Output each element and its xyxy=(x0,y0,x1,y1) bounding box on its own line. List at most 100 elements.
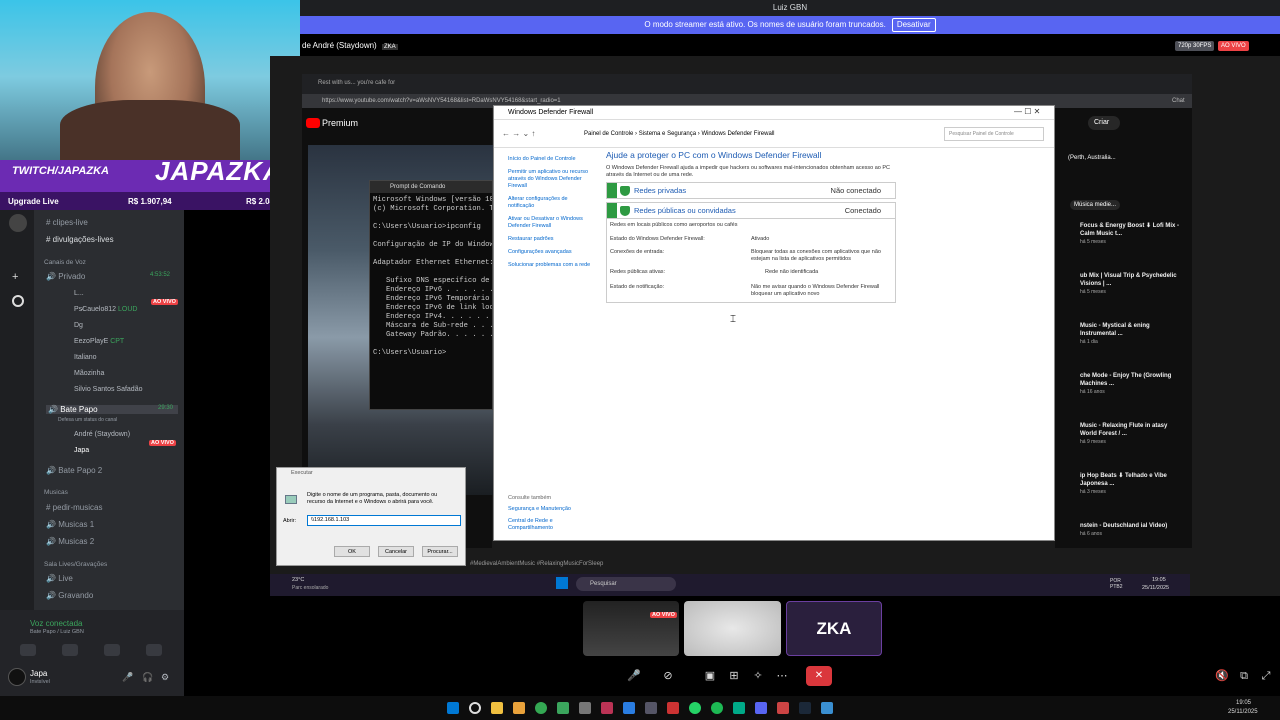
breadcrumb-item[interactable]: Windows Defender Firewall xyxy=(701,131,774,137)
explore-icon[interactable] xyxy=(12,295,24,307)
yt-recommendation[interactable]: Music - Relaxing Flute in atasy World Fo… xyxy=(1080,422,1185,446)
cancel-button[interactable]: Cancelar xyxy=(378,546,414,557)
camera-button[interactable] xyxy=(20,644,36,656)
app-icon[interactable] xyxy=(557,702,569,714)
app-icon[interactable] xyxy=(777,702,789,714)
voice-channel-musicas-1[interactable]: 🔊 Musicas 1 xyxy=(46,520,94,529)
music-category[interactable]: Musicas xyxy=(44,489,68,496)
search-input[interactable]: Pesquisar Painel de Controle xyxy=(944,127,1044,141)
window-controls[interactable]: — ☐ ✕ xyxy=(1014,107,1040,116)
start-icon[interactable] xyxy=(556,577,568,589)
search-icon[interactable] xyxy=(469,702,481,714)
spotify-icon[interactable] xyxy=(711,702,723,714)
app-icon[interactable] xyxy=(645,702,657,714)
windows-start-icon[interactable] xyxy=(447,702,459,714)
voice-user[interactable]: André (Staydown) xyxy=(74,431,130,438)
participant-thumb[interactable] xyxy=(684,601,781,656)
fullscreen-icon[interactable]: ⤢ xyxy=(1258,668,1274,684)
popout-icon[interactable]: ⧉ xyxy=(1236,668,1252,684)
voice-channel-gravando[interactable]: 🔊 Gravando xyxy=(46,591,93,600)
more-icon[interactable]: ⋯ xyxy=(774,668,790,684)
voice-channel-bate-papo-2[interactable]: 🔊 Bate Papo 2 xyxy=(46,466,102,475)
link-allow-app[interactable]: Permitir um aplicativo ou recurso atravé… xyxy=(508,169,592,190)
activities-button[interactable] xyxy=(104,644,120,656)
volume-icon[interactable]: 🔇 xyxy=(1214,668,1230,684)
voice-user[interactable]: EezoPlayE CPT xyxy=(74,338,124,345)
ok-button[interactable]: OK xyxy=(334,546,370,557)
screen-share-button[interactable] xyxy=(62,644,78,656)
discord-icon[interactable] xyxy=(755,702,767,714)
soundboard-button[interactable] xyxy=(146,644,162,656)
link-security-maintenance[interactable]: Segurança e Manutenção xyxy=(508,506,571,512)
camera-off-icon[interactable]: ⊘ xyxy=(660,668,676,684)
chrome-icon[interactable] xyxy=(535,702,547,714)
link-home[interactable]: Início do Painel de Controle xyxy=(508,156,592,163)
mic-icon[interactable]: 🎤 xyxy=(122,672,133,683)
voice-user[interactable]: L... xyxy=(74,290,84,297)
public-networks-row[interactable]: Redes públicas ou convidadas Conectado xyxy=(606,202,896,219)
yt-recommendation[interactable]: Focus & Energy Boost ⬇ Lofi Mix - Calm M… xyxy=(1080,222,1185,246)
file-explorer-icon[interactable] xyxy=(491,702,503,714)
app-icon[interactable] xyxy=(821,702,833,714)
link-toggle-firewall[interactable]: Ativar ou Desativar o Windows Defender F… xyxy=(508,216,592,230)
voice-user-me[interactable]: Japa xyxy=(74,447,89,454)
voice-channel-live[interactable]: 🔊 Live xyxy=(46,574,73,583)
link-advanced[interactable]: Configurações avançadas xyxy=(508,249,592,256)
voice-user[interactable]: Dg xyxy=(74,322,83,329)
server-icon[interactable] xyxy=(9,214,27,232)
youtube-logo-icon[interactable] xyxy=(306,118,320,128)
nav-arrows[interactable]: ← → ⌄ ↑ xyxy=(502,120,535,148)
app-icon[interactable] xyxy=(667,702,679,714)
voice-user[interactable]: Mãozinha xyxy=(74,370,104,377)
app-icon[interactable] xyxy=(513,702,525,714)
app-icon[interactable] xyxy=(601,702,613,714)
yt-chip[interactable]: Música medie... xyxy=(1070,200,1121,210)
channel-divulgacoes[interactable]: # divulgações-lives xyxy=(46,235,114,244)
yt-recommendation[interactable]: Music - Mystical & ening Instrumental ..… xyxy=(1080,322,1185,346)
voice-user[interactable]: Ps̷Cauelo812 LOUD xyxy=(74,306,137,313)
run-dialog[interactable]: Executar Digite o nome de um programa, p… xyxy=(276,467,466,566)
taskbar-search[interactable]: Pesquisar xyxy=(576,577,676,591)
steam-icon[interactable] xyxy=(799,702,811,714)
browser-tab[interactable]: Rest with us... you're cafe for xyxy=(318,80,395,86)
whatsapp-icon[interactable] xyxy=(689,702,701,714)
breadcrumb-item[interactable]: Sistema e Segurança xyxy=(639,131,696,137)
disable-streamer-mode-button[interactable]: Desativar xyxy=(891,18,936,32)
cmd-output[interactable]: Microsoft Windows [versão 10 (c) Microso… xyxy=(370,193,492,409)
voice-channel-privado[interactable]: 🔊 Privado xyxy=(46,272,85,281)
firewall-window[interactable]: Windows Defender Firewall — ☐ ✕ ← → ⌄ ↑ … xyxy=(493,105,1055,541)
yt-recommendation[interactable]: nstein - Deutschland ial Video) há 6 anos xyxy=(1080,522,1185,538)
link-network-center[interactable]: Central de Rede e Compartilhamento xyxy=(508,518,578,532)
app-icon[interactable] xyxy=(733,702,745,714)
soundboard-icon[interactable]: ✧ xyxy=(750,668,766,684)
disconnect-button[interactable]: ✕ xyxy=(806,666,832,686)
voice-user[interactable]: Italiano xyxy=(74,354,97,361)
run-input[interactable]: \\192.168.1.103 xyxy=(307,515,461,526)
voice-channel-musicas-2[interactable]: 🔊 Musicas 2 xyxy=(46,537,94,546)
browse-button[interactable]: Procurar... xyxy=(422,546,458,557)
app-icon[interactable] xyxy=(579,702,591,714)
lang-indicator[interactable]: POR PTB2 xyxy=(1110,578,1124,590)
zka-thumb[interactable]: ZKA xyxy=(786,601,882,656)
private-networks-row[interactable]: Redes privadas Não conectado xyxy=(606,182,896,199)
link-restore[interactable]: Restaurar padrões xyxy=(508,236,592,243)
screen-share-icon[interactable]: ▣ xyxy=(702,668,718,684)
mic-icon[interactable]: 🎤 xyxy=(626,668,642,684)
breadcrumb-item[interactable]: Painel de Controle xyxy=(584,131,633,137)
link-notifications[interactable]: Alterar configurações de notificação xyxy=(508,196,592,210)
gear-icon[interactable]: ⚙ xyxy=(161,672,169,683)
yt-recommendation[interactable]: ip Hop Beats ⬇ Telhado e Vibe Japonesa .… xyxy=(1080,472,1185,496)
chat-button[interactable]: Chat xyxy=(1172,94,1185,108)
create-button[interactable]: Criar xyxy=(1088,116,1120,130)
avatar[interactable] xyxy=(8,668,26,686)
lives-category[interactable]: Sala Lives/Gravações xyxy=(44,561,107,568)
channel-clipes[interactable]: # clipes-live xyxy=(46,218,88,227)
app-icon[interactable] xyxy=(623,702,635,714)
voice-user[interactable]: Silvio Santos Safadão xyxy=(74,386,143,393)
command-prompt-window[interactable]: Prompt de Comando Microsoft Windows [ver… xyxy=(369,180,493,410)
headphones-icon[interactable]: 🎧 xyxy=(142,672,153,683)
channel-pedir-musicas[interactable]: # pedir-musicas xyxy=(46,503,102,512)
yt-recommendation[interactable]: ub Mix | Visual Trip & Psychedelic Visio… xyxy=(1080,272,1185,296)
add-server-icon[interactable]: + xyxy=(12,271,24,283)
link-troubleshoot[interactable]: Solucionar problemas com a rede xyxy=(508,262,592,269)
